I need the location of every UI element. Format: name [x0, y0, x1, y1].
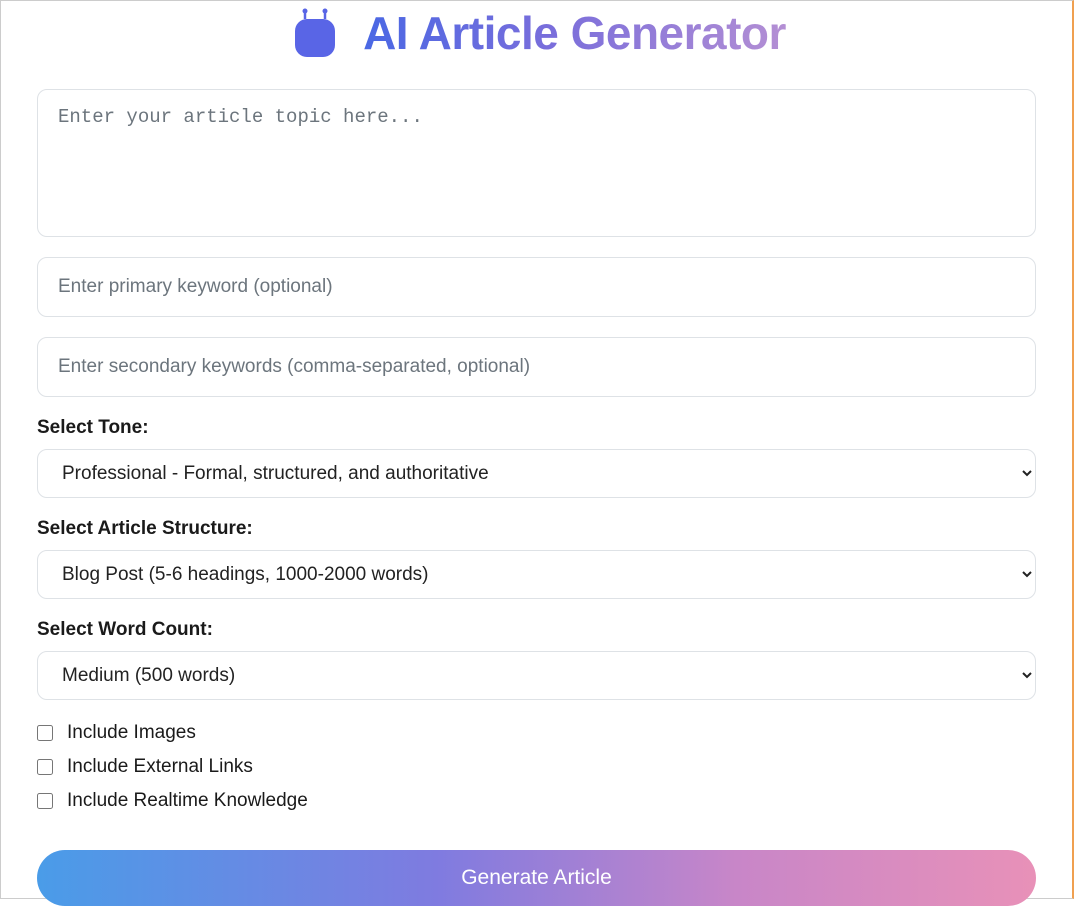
tone-field: Select Tone: Professional - Formal, stru… [37, 417, 1036, 498]
tone-label: Select Tone: [37, 417, 1036, 439]
include-images-row[interactable]: Include Images [37, 722, 1036, 744]
page-title: AI Article Generator [363, 6, 786, 60]
include-external-links-checkbox[interactable] [37, 759, 53, 775]
include-external-links-row[interactable]: Include External Links [37, 756, 1036, 778]
include-images-checkbox[interactable] [37, 725, 53, 741]
include-realtime-label: Include Realtime Knowledge [67, 790, 308, 812]
include-images-label: Include Images [67, 722, 196, 744]
word-count-field: Select Word Count: Medium (500 words) [37, 619, 1036, 700]
article-form: Select Tone: Professional - Formal, stru… [37, 89, 1036, 906]
include-realtime-row[interactable]: Include Realtime Knowledge [37, 790, 1036, 812]
robot-icon [287, 5, 343, 61]
word-count-label: Select Word Count: [37, 619, 1036, 641]
structure-label: Select Article Structure: [37, 518, 1036, 540]
secondary-keywords-input[interactable] [37, 337, 1036, 397]
include-realtime-checkbox[interactable] [37, 793, 53, 809]
primary-keyword-input[interactable] [37, 257, 1036, 317]
topic-input[interactable] [37, 89, 1036, 237]
tone-select[interactable]: Professional - Formal, structured, and a… [37, 449, 1036, 498]
include-external-links-label: Include External Links [67, 756, 253, 778]
options-group: Include Images Include External Links In… [37, 722, 1036, 812]
generate-article-button[interactable]: Generate Article [37, 850, 1036, 906]
word-count-select[interactable]: Medium (500 words) [37, 651, 1036, 700]
page-header: AI Article Generator [37, 1, 1036, 61]
structure-select[interactable]: Blog Post (5-6 headings, 1000-2000 words… [37, 550, 1036, 599]
structure-field: Select Article Structure: Blog Post (5-6… [37, 518, 1036, 599]
